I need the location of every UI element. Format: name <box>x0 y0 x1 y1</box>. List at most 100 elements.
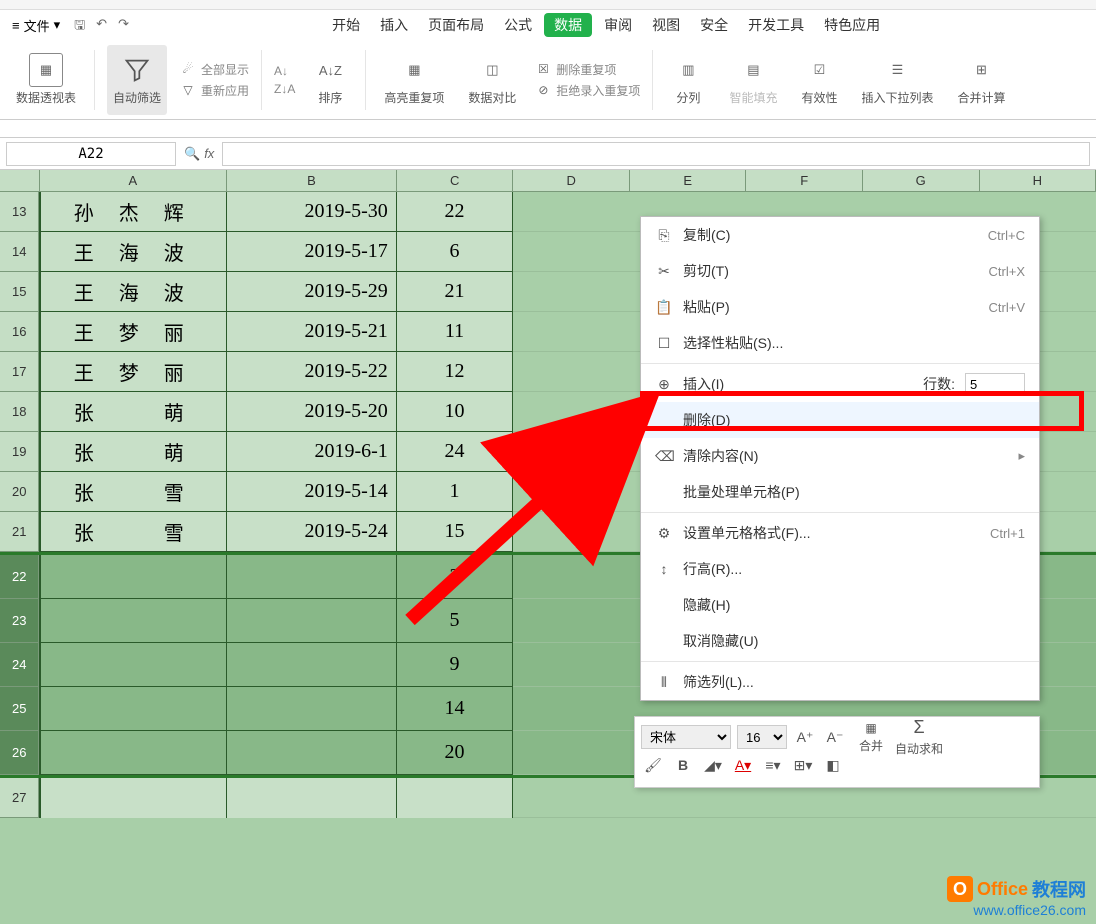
cell[interactable] <box>513 432 630 472</box>
row-header[interactable]: 24 <box>0 643 39 687</box>
ribbon-highlight-dup[interactable]: ▦ 高亮重复项 <box>378 45 450 115</box>
cell[interactable]: 2019-5-29 <box>227 272 397 312</box>
cell[interactable]: 2019-5-24 <box>227 512 397 552</box>
cell[interactable]: 22 <box>397 192 514 232</box>
cell[interactable]: 14 <box>397 687 514 731</box>
tab-insert[interactable]: 插入 <box>372 13 416 37</box>
cell[interactable] <box>227 731 397 775</box>
cell[interactable]: 张 雪 <box>39 472 227 512</box>
cell[interactable]: 2019-5-20 <box>227 392 397 432</box>
cell[interactable]: 9 <box>397 643 514 687</box>
cell[interactable]: 11 <box>397 312 514 352</box>
fx-label[interactable]: fx <box>204 146 214 161</box>
ribbon-autofilter[interactable]: 自动筛选 <box>107 45 167 115</box>
col-header-H[interactable]: H <box>980 170 1096 191</box>
cell[interactable] <box>513 687 630 731</box>
cell[interactable]: 2019-5-30 <box>227 192 397 232</box>
cell[interactable] <box>513 731 630 775</box>
tab-review[interactable]: 审阅 <box>596 13 640 37</box>
row-header[interactable]: 17 <box>0 352 39 392</box>
col-header-A[interactable]: A <box>40 170 228 191</box>
cell[interactable]: 王 海 波 <box>39 232 227 272</box>
cell[interactable]: 张 萌 <box>39 392 227 432</box>
row-header[interactable]: 13 <box>0 192 39 232</box>
row-header[interactable]: 18 <box>0 392 39 432</box>
cell[interactable] <box>513 472 630 512</box>
cm-unhide[interactable]: 取消隐藏(U) <box>641 623 1039 659</box>
cm-delete[interactable]: 删除(D) <box>641 402 1039 438</box>
cell[interactable] <box>227 778 397 818</box>
cell[interactable]: 2019-5-17 <box>227 232 397 272</box>
cell[interactable] <box>513 312 630 352</box>
cell[interactable]: 20 <box>397 731 514 775</box>
cell[interactable] <box>513 599 630 643</box>
undo-icon[interactable]: ↶ <box>96 16 114 34</box>
cell[interactable] <box>513 512 630 552</box>
fill-color-button[interactable]: ◢▾ <box>701 753 725 777</box>
cell[interactable]: 6 <box>397 232 514 272</box>
ribbon-split[interactable]: ▥ 分列 <box>665 45 711 115</box>
cell[interactable] <box>227 643 397 687</box>
cell[interactable] <box>39 778 227 818</box>
cell[interactable]: 21 <box>397 272 514 312</box>
row-header[interactable]: 25 <box>0 687 39 731</box>
col-header-G[interactable]: G <box>863 170 980 191</box>
cell[interactable]: 12 <box>397 352 514 392</box>
redo-icon[interactable]: ↷ <box>118 16 136 34</box>
tab-start[interactable]: 开始 <box>324 13 368 37</box>
select-all-corner[interactable] <box>0 170 40 191</box>
cell[interactable]: 张 萌 <box>39 432 227 472</box>
cell[interactable]: 王 海 波 <box>39 272 227 312</box>
cm-hide[interactable]: 隐藏(H) <box>641 587 1039 623</box>
cell[interactable]: 2019-5-22 <box>227 352 397 392</box>
cell[interactable]: 15 <box>397 512 514 552</box>
cell[interactable]: 2019-5-21 <box>227 312 397 352</box>
cell[interactable]: 10 <box>397 392 514 432</box>
cell[interactable] <box>397 778 514 818</box>
ribbon-merge-calc[interactable]: ⊞ 合并计算 <box>951 45 1011 115</box>
cell[interactable] <box>513 192 630 232</box>
merge-group[interactable]: ▦ 合并 <box>859 721 883 754</box>
cell[interactable] <box>513 392 630 432</box>
ribbon-del-dup[interactable]: ☒删除重复项 <box>534 61 640 78</box>
border-button[interactable]: ⊞▾ <box>791 753 815 777</box>
row-header[interactable]: 23 <box>0 599 39 643</box>
cell[interactable] <box>513 778 630 818</box>
tab-data[interactable]: 数据 <box>544 13 592 37</box>
format-painter-button[interactable]: 🖌 <box>641 753 665 777</box>
cell[interactable] <box>227 555 397 599</box>
font-color-button[interactable]: A▾ <box>731 753 755 777</box>
zoom-icon[interactable]: 🔍 <box>184 146 200 162</box>
cell[interactable]: 王 梦 丽 <box>39 352 227 392</box>
cell[interactable] <box>39 643 227 687</box>
ribbon-showall[interactable]: ☄全部显示 <box>179 61 249 78</box>
ribbon-data-compare[interactable]: ◫ 数据对比 <box>462 45 522 115</box>
cell[interactable] <box>39 599 227 643</box>
row-header[interactable]: 15 <box>0 272 39 312</box>
autosum-group[interactable]: Σ 自动求和 <box>895 717 943 757</box>
cell[interactable]: 3 <box>397 555 514 599</box>
tab-security[interactable]: 安全 <box>692 13 736 37</box>
file-menu[interactable]: ≡ 文件 ▾ <box>12 16 60 35</box>
sort-asc-button[interactable]: A↓ <box>274 64 295 78</box>
cell[interactable] <box>227 687 397 731</box>
cell[interactable]: 2019-5-14 <box>227 472 397 512</box>
bold-button[interactable]: B <box>671 753 695 777</box>
cell[interactable]: 王 梦 丽 <box>39 312 227 352</box>
ribbon-reject-dup[interactable]: ⊘拒绝录入重复项 <box>534 82 640 99</box>
tab-special[interactable]: 特色应用 <box>816 13 888 37</box>
ribbon-dropdown[interactable]: ☰ 插入下拉列表 <box>855 45 939 115</box>
ribbon-sort[interactable]: A↓Z 排序 <box>307 45 353 115</box>
cm-clear[interactable]: ⌫ 清除内容(N) ▸ <box>641 438 1039 474</box>
col-header-B[interactable]: B <box>227 170 397 191</box>
row-header[interactable]: 20 <box>0 472 39 512</box>
cm-paste-special[interactable]: ☐ 选择性粘贴(S)... <box>641 325 1039 361</box>
size-select[interactable]: 16 <box>737 725 787 749</box>
font-select[interactable]: 宋体 <box>641 725 731 749</box>
cm-filter-col[interactable]: ⫴ 筛选列(L)... <box>641 664 1039 700</box>
cm-paste[interactable]: 📋 粘贴(P) Ctrl+V <box>641 289 1039 325</box>
increase-font-button[interactable]: A⁺ <box>793 725 817 749</box>
row-header[interactable]: 14 <box>0 232 39 272</box>
col-header-F[interactable]: F <box>746 170 863 191</box>
cell[interactable] <box>39 555 227 599</box>
